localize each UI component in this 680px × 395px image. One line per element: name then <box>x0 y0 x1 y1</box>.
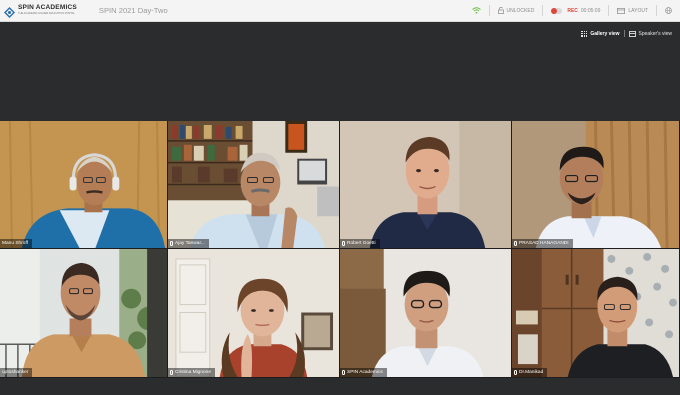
participant-name: Manu Shroff <box>2 241 29 246</box>
participant-tile[interactable]: Manu Shroff <box>0 121 168 249</box>
lock-label: UNLOCKED <box>506 7 535 14</box>
participant-video <box>0 249 167 377</box>
participant-video <box>0 121 167 248</box>
participant-name-tag: PRASAD HANAGANDI <box>512 239 573 248</box>
participant-name-tag: Ajay Tanwar... <box>168 239 209 248</box>
participant-name: Dr.Manikad <box>519 370 544 375</box>
lock-button[interactable]: UNLOCKED <box>490 0 543 21</box>
participant-name: uptoshanker <box>2 370 29 375</box>
globe-icon <box>665 7 672 14</box>
participant-name: SPIN Academics <box>347 370 383 375</box>
participant-video <box>340 121 511 248</box>
participant-name: Ajay Tanwar... <box>175 241 205 246</box>
top-toolbar: SPIN ACADEMICS THE ACADEMIC HIGHER EDUCA… <box>0 0 680 22</box>
participant-tile[interactable]: uptoshanker <box>0 249 168 378</box>
meeting-title: SPIN 2021 Day-Two <box>98 6 168 15</box>
wifi-icon <box>471 7 481 14</box>
bottom-bar <box>0 378 680 395</box>
participant-tile[interactable]: SPIN Academics <box>340 249 512 378</box>
participant-video <box>512 121 679 248</box>
participant-tile[interactable]: Ajay Tanwar... <box>168 121 340 249</box>
participant-video <box>512 249 679 377</box>
mic-icon <box>170 370 173 375</box>
mic-icon <box>170 241 173 246</box>
mic-icon <box>342 370 345 375</box>
mic-icon <box>514 241 517 246</box>
participant-name: Robert Goetti <box>347 241 376 246</box>
spin-logo-icon <box>4 5 15 18</box>
rec-label: REC <box>567 7 578 14</box>
participant-video <box>340 249 511 377</box>
layout-icon <box>617 7 626 14</box>
language-button[interactable] <box>657 0 680 21</box>
unlock-icon <box>497 7 504 14</box>
participant-gallery: Manu Shroff Ajay Tanwar... Robert Goetti… <box>0 121 680 378</box>
record-toggle[interactable]: REC 00:05:09 <box>543 0 608 21</box>
mic-icon <box>514 370 517 375</box>
participant-name-tag: Dr.Manikad <box>512 368 548 377</box>
participant-tile[interactable]: Cristina Mignone <box>168 249 340 378</box>
speaker-view-button[interactable]: Speaker's view <box>625 30 676 37</box>
view-switcher: Gallery view Speaker's view <box>577 30 676 37</box>
participant-name-tag: Robert Goetti <box>340 239 380 248</box>
participant-video <box>168 249 339 377</box>
participant-name-tag: SPIN Academics <box>340 368 387 377</box>
logo-tagline: THE ACADEMIC HIGHER EDUCATION PORTAL <box>18 11 75 15</box>
logo-name: SPIN ACADEMICS <box>18 4 77 12</box>
gallery-view-button[interactable]: Gallery view <box>577 30 623 37</box>
layout-label: LAYOUT <box>628 7 648 14</box>
participant-name: Cristina Mignone <box>175 370 211 375</box>
grid-icon <box>581 30 588 37</box>
speaker-view-label: Speaker's view <box>638 30 672 37</box>
record-switch[interactable] <box>551 7 563 14</box>
participant-tile[interactable]: PRASAD HANAGANDI <box>512 121 680 249</box>
participant-tile[interactable]: Dr.Manikad <box>512 249 680 378</box>
participant-name: PRASAD HANAGANDI <box>519 241 569 246</box>
speaker-view-icon <box>628 30 636 37</box>
connection-status[interactable] <box>464 0 489 21</box>
participant-name-tag: Manu Shroff <box>0 239 33 248</box>
mic-icon <box>342 241 345 246</box>
gallery-view-label: Gallery view <box>590 30 620 37</box>
app-logo[interactable]: SPIN ACADEMICS THE ACADEMIC HIGHER EDUCA… <box>4 4 77 18</box>
layout-button[interactable]: LAYOUT <box>609 0 656 21</box>
participant-video <box>168 121 339 248</box>
rec-time: 00:05:09 <box>580 7 601 14</box>
participant-name-tag: Cristina Mignone <box>168 368 215 377</box>
participant-tile[interactable]: Robert Goetti <box>340 121 512 249</box>
participant-name-tag: uptoshanker <box>0 368 33 377</box>
